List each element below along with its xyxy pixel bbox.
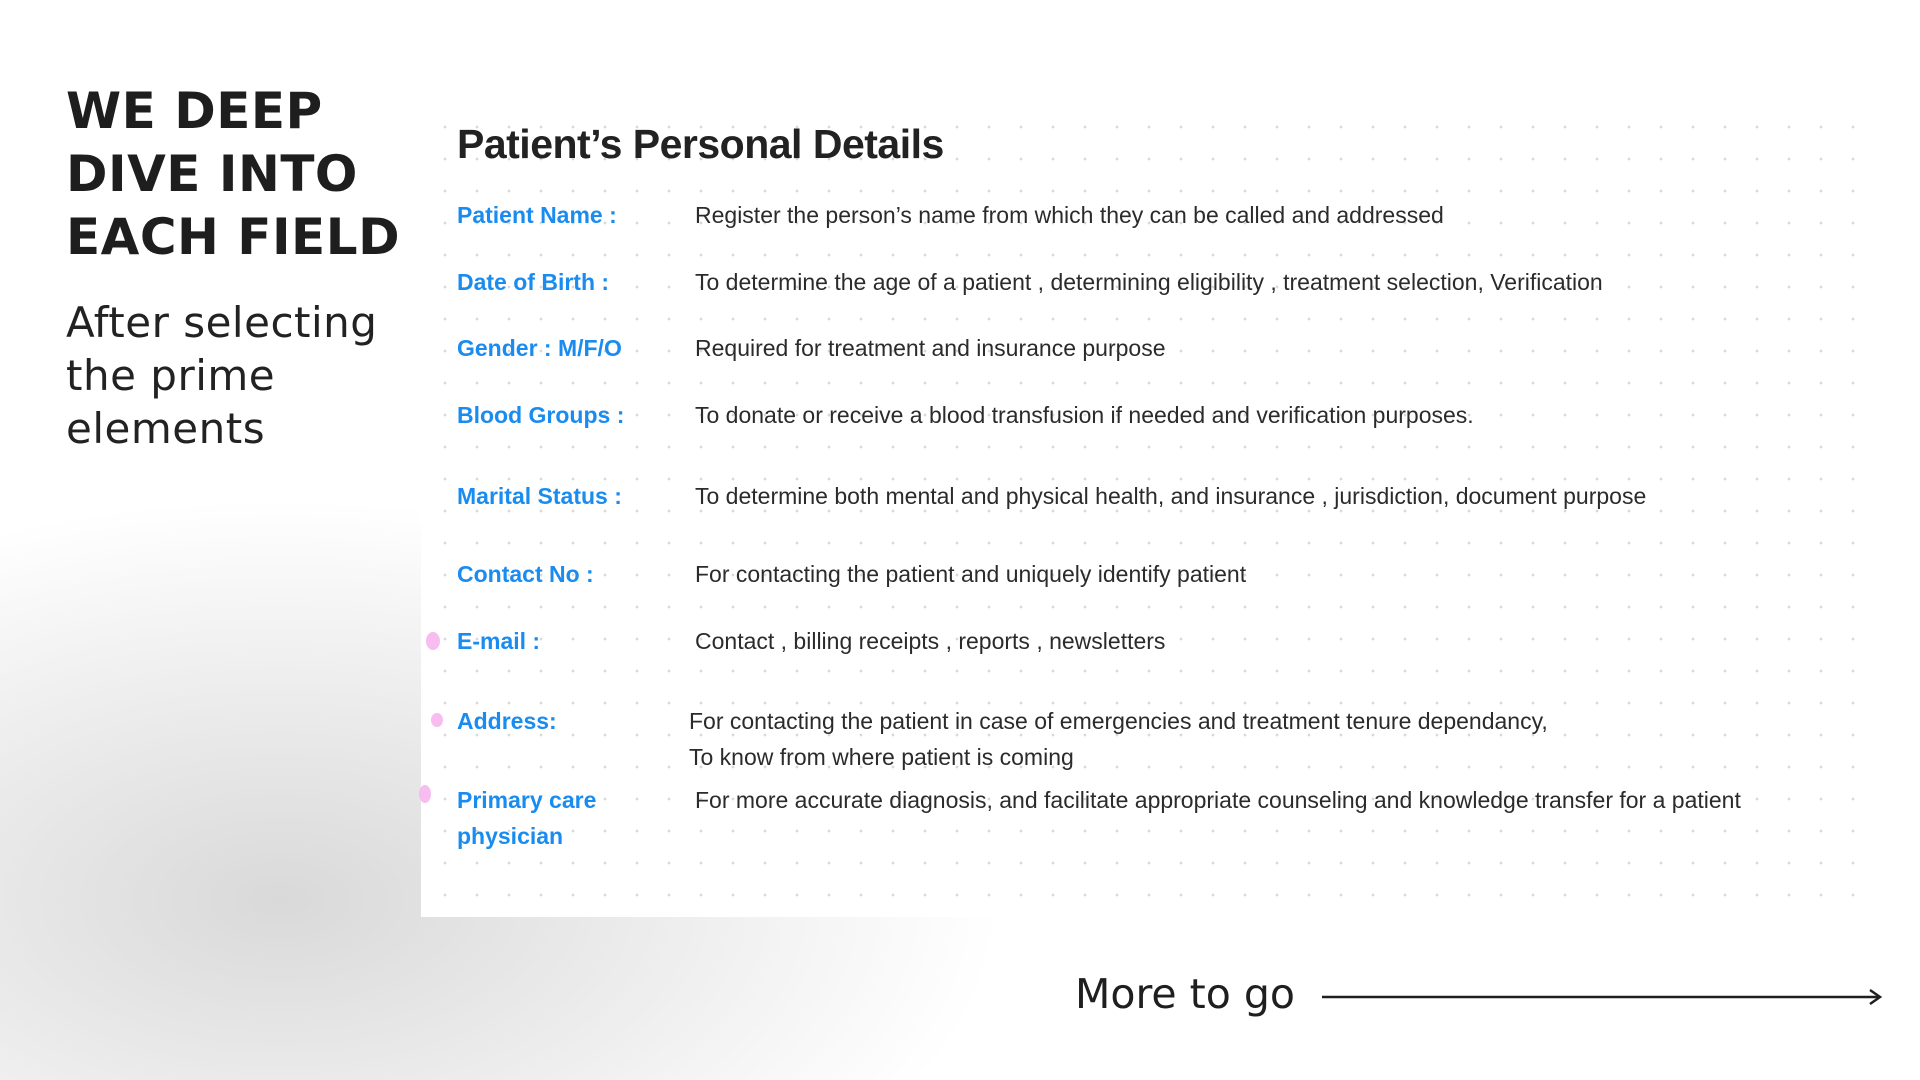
pink-marker-dot: [426, 632, 440, 650]
headline-line: DIVE INTO: [66, 145, 358, 203]
field-description: To determine both mental and physical he…: [695, 483, 1647, 509]
field-label-line: Primary care: [457, 787, 597, 813]
subheading-line: After selecting: [66, 298, 378, 347]
field-description: For more accurate diagnosis, and facilit…: [695, 787, 1741, 813]
field-description: Contact , billing receipts , reports , n…: [695, 628, 1166, 654]
field-label: Patient Name :: [457, 202, 617, 228]
field-description: To determine the age of a patient , dete…: [695, 269, 1603, 295]
field-description: To donate or receive a blood transfusion…: [695, 402, 1474, 428]
field-label: Contact No :: [457, 561, 594, 587]
subheading-line: the prime: [66, 351, 276, 400]
field-description: For contacting the patient in case of em…: [689, 703, 1859, 775]
headline-line: WE DEEP: [66, 82, 323, 140]
headline-line: EACH FIELD: [66, 208, 401, 266]
pink-marker-dot: [431, 713, 443, 727]
card-title: Patient’s Personal Details: [457, 121, 944, 167]
field-label: Blood Groups :: [457, 402, 625, 428]
field-label: E-mail :: [457, 628, 541, 654]
field-description-line: To know from where patient is coming: [689, 744, 1074, 770]
subheading-line: elements: [66, 404, 266, 453]
more-to-go-text: More to go: [1075, 970, 1295, 1018]
subheading: After selecting the prime elements: [66, 296, 406, 455]
field-description: Required for treatment and insurance pur…: [695, 335, 1166, 361]
headline: WE DEEP DIVE INTO EACH FIELD: [66, 80, 406, 269]
field-description: For contacting the patient and uniquely …: [695, 561, 1247, 587]
patient-details-card: Patient’s Personal Details Patient Name …: [419, 107, 1881, 917]
field-description-line: For contacting the patient in case of em…: [689, 708, 1548, 734]
field-label: Address:: [457, 708, 557, 734]
pink-marker-dot: [419, 785, 431, 803]
field-label: Primary care physician: [457, 782, 657, 854]
field-label-line: physician: [457, 823, 564, 849]
field-description: Register the person’s name from which th…: [695, 202, 1444, 228]
field-label: Gender : M/F/O: [457, 335, 622, 361]
field-label: Date of Birth :: [457, 269, 610, 295]
arrow-right-icon[interactable]: [1320, 987, 1884, 1007]
field-label: Marital Status :: [457, 483, 622, 509]
